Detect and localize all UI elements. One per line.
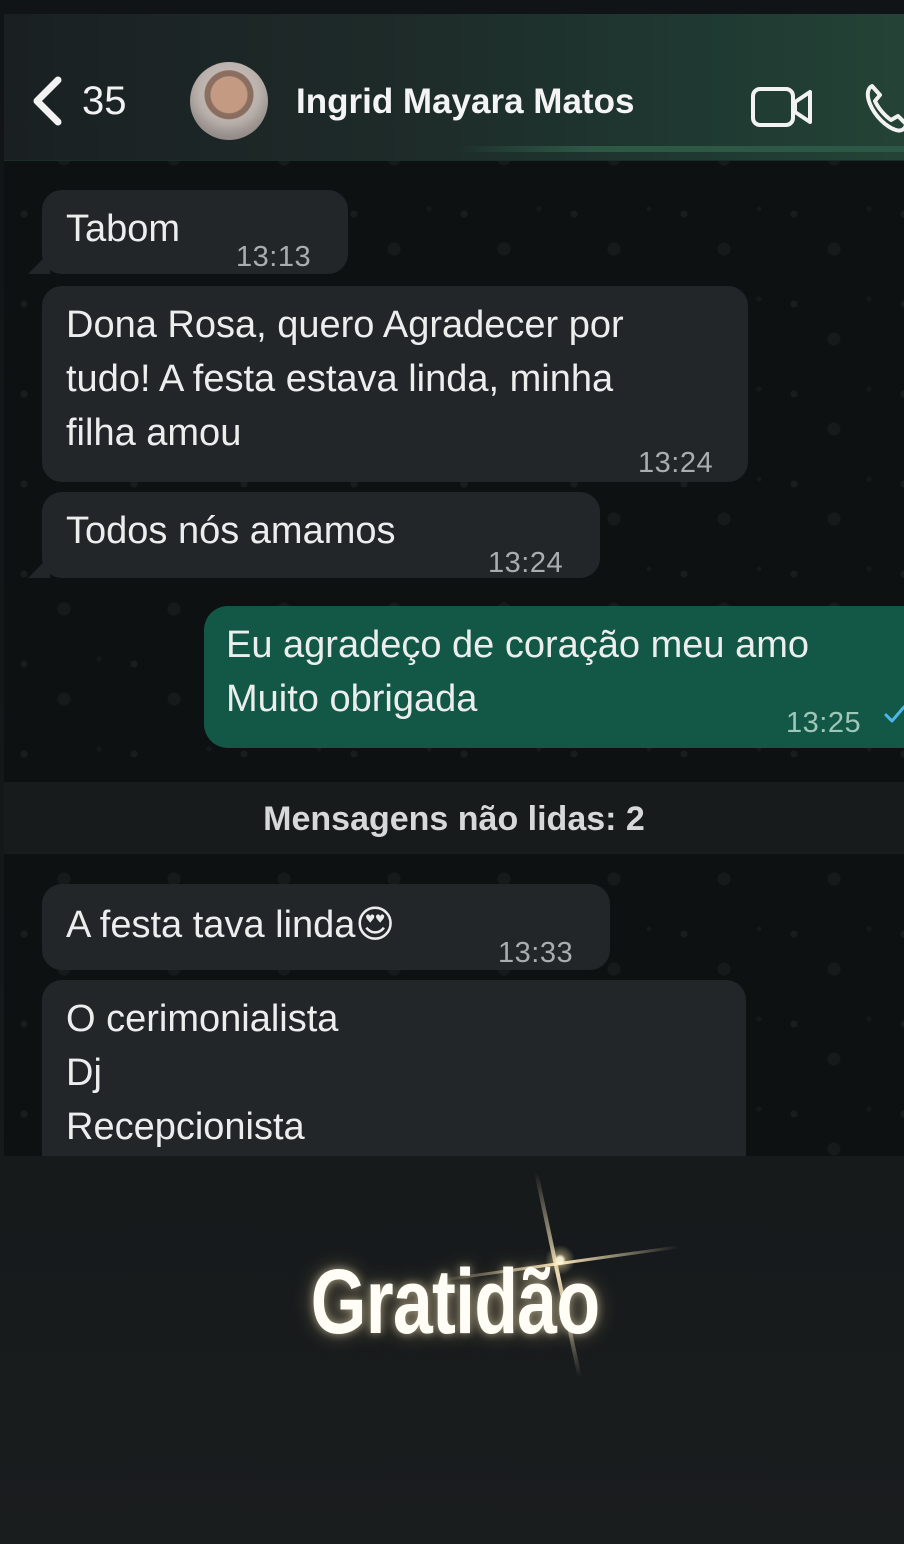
- unread-chats-count: 35: [82, 78, 127, 123]
- story-frame: 35 Ingrid Mayara Matos Tabom 13:13 Dona …: [0, 0, 904, 1544]
- message-text: Tabom: [66, 208, 181, 250]
- message-bubble[interactable]: Todos nós amamos 13:24: [28, 492, 600, 579]
- chevron-left-icon: [33, 76, 62, 126]
- message-text: filha amou: [66, 412, 242, 454]
- message-bubble-outgoing[interactable]: Eu agradeço de coração meu amo Muito obr…: [204, 606, 904, 748]
- header-accent: [454, 146, 904, 152]
- bubble-tail: [28, 556, 50, 578]
- phone-icon[interactable]: [864, 82, 904, 134]
- message-time: 13:24: [638, 447, 714, 479]
- message-text: Todos nós amamos: [66, 510, 396, 552]
- contact-name[interactable]: Ingrid Mayara Matos: [296, 82, 634, 122]
- chat-header: 35 Ingrid Mayara Matos: [4, 14, 904, 161]
- message-bubble[interactable]: O cerimonialista Dj Recepcionista: [42, 980, 746, 1156]
- message-time: 13:25: [786, 707, 862, 739]
- video-camera-icon[interactable]: [750, 86, 814, 128]
- message-time: 13:24: [488, 547, 564, 579]
- message-bubble[interactable]: Tabom 13:13: [28, 190, 348, 274]
- message-time: 13:33: [498, 937, 574, 969]
- message-text: A festa tava linda😍: [66, 904, 396, 946]
- message-text: Muito obrigada: [226, 678, 478, 720]
- unread-messages-divider: Mensagens não lidas: 2: [4, 782, 904, 854]
- message-time: 13:13: [236, 241, 312, 273]
- message-bubble[interactable]: Dona Rosa, quero Agradecer por tudo! A f…: [42, 286, 748, 482]
- check-icon: [884, 705, 904, 723]
- message-text: Recepcionista: [66, 1106, 305, 1148]
- message-bubble[interactable]: A festa tava linda😍 13:33: [42, 884, 610, 970]
- message-text: Dona Rosa, quero Agradecer por: [66, 304, 624, 346]
- unread-messages-label: Mensagens não lidas: 2: [263, 800, 645, 838]
- bubble-tail: [28, 252, 50, 274]
- message-text: O cerimonialista: [66, 998, 339, 1040]
- overlay-caption: Gratidão: [310, 1251, 601, 1353]
- message-text: Eu agradeço de coração meu amo: [226, 624, 810, 666]
- message-text: Dj: [66, 1052, 102, 1094]
- avatar[interactable]: [190, 62, 268, 140]
- back-button[interactable]: 35: [30, 76, 127, 126]
- message-text: tudo! A festa estava linda, minha: [66, 358, 614, 400]
- chat-screenshot: 35 Ingrid Mayara Matos Tabom 13:13 Dona …: [4, 14, 904, 1156]
